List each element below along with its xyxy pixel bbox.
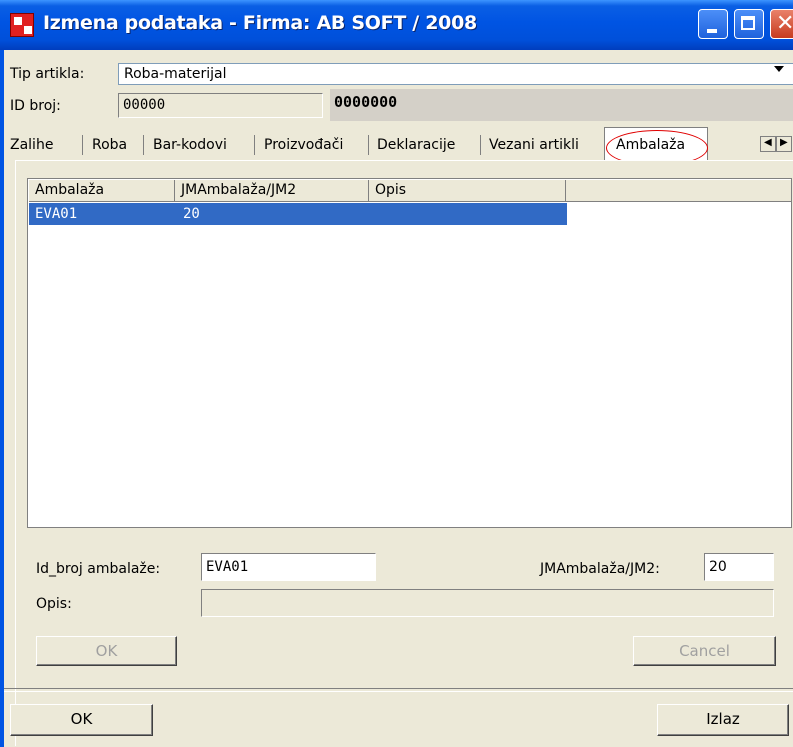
tab-scroll-right-button[interactable]: ▶ (776, 136, 792, 152)
jm-ambalaze-label: JMAmbalaža/JM2: (540, 561, 660, 577)
column-header-jm[interactable]: JMAmbalaža/JM2 (175, 180, 369, 202)
footer-ok-button[interactable]: OK (10, 704, 153, 736)
tab-separator (143, 135, 144, 155)
opis-field[interactable] (201, 589, 774, 617)
table-row[interactable]: EVA01 20 (29, 203, 567, 225)
main-window: Izmena podataka - Firma: AB SOFT / 2008 … (0, 0, 793, 747)
arrow-left-icon: ◀ (764, 137, 772, 148)
code-value: 0000000 (334, 93, 398, 111)
minimize-button[interactable] (698, 9, 728, 39)
tab-separator (82, 135, 83, 155)
tab-separator (480, 135, 481, 155)
id-broj-field[interactable]: 00000 (118, 93, 323, 118)
tip-artikla-combobox[interactable]: Roba-materijal (118, 63, 793, 85)
tab-separator (368, 135, 369, 155)
window-title: Izmena podataka - Firma: AB SOFT / 2008 (43, 12, 477, 34)
tab-bar-kodovi[interactable]: Bar-kodovi (153, 137, 227, 153)
column-header-opis[interactable]: Opis (369, 180, 566, 202)
ambalaza-grid[interactable]: Ambalaža JMAmbalaža/JM2 Opis EVA01 20 (27, 178, 792, 528)
cell-ambalaza: EVA01 (35, 206, 78, 222)
cell-jm: 20 (183, 206, 200, 222)
close-icon: ✕ (776, 11, 793, 36)
title-bar[interactable]: Izmena podataka - Firma: AB SOFT / 2008 … (0, 0, 793, 50)
tab-proizvodjaci[interactable]: Proizvođači (264, 137, 343, 153)
izlaz-button[interactable]: Izlaz (657, 704, 789, 736)
detail-cancel-button[interactable]: Cancel (633, 636, 776, 666)
tab-zalihe[interactable]: Zalihe (10, 137, 53, 153)
tab-roba[interactable]: Roba (92, 137, 127, 153)
app-icon[interactable] (10, 13, 34, 37)
close-button[interactable]: ✕ (770, 9, 793, 39)
tip-artikla-value: Roba-materijal (124, 66, 227, 82)
maximize-button[interactable] (734, 9, 764, 39)
arrow-right-icon: ▶ (780, 137, 788, 148)
detail-ok-button[interactable]: OK (36, 636, 177, 666)
tab-deklaracije[interactable]: Deklaracije (377, 137, 455, 153)
id-ambalaze-label: Id_broj ambalaže: (36, 561, 161, 577)
dropdown-arrow-icon[interactable] (774, 66, 784, 72)
column-header-empty (566, 180, 791, 202)
opis-label: Opis: (36, 596, 72, 612)
tab-vezani-artikli[interactable]: Vezani artikli (489, 137, 579, 153)
id-ambalaze-field[interactable]: EVA01 (201, 553, 376, 581)
column-header-ambalaza[interactable]: Ambalaža (29, 180, 175, 202)
tab-scroll-left-button[interactable]: ◀ (760, 136, 776, 152)
tip-artikla-label: Tip artikla: (10, 66, 85, 82)
code-area (330, 89, 793, 121)
footer-separator (4, 688, 793, 692)
id-broj-label: ID broj: (10, 98, 61, 114)
jm-ambalaze-field[interactable]: 20 (704, 553, 774, 581)
tab-separator (254, 135, 255, 155)
